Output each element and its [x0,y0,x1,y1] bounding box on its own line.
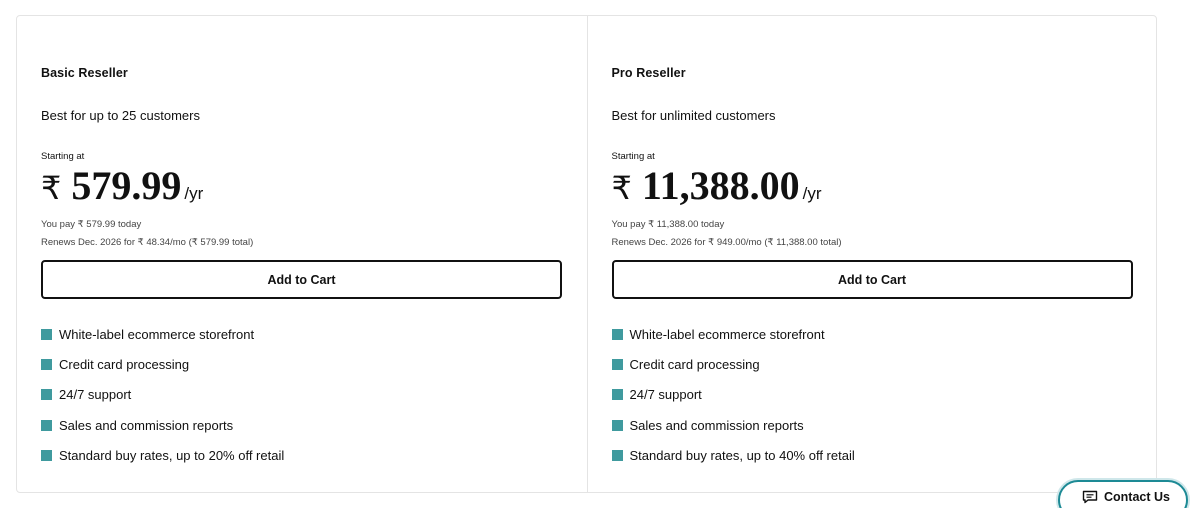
feature-list: White-label ecommerce storefront Credit … [611,319,855,471]
price: ₹ 11,388.00 /yr [612,162,822,210]
starting-at-label: Starting at [611,151,655,162]
feature-check-icon [611,389,623,401]
feature-item: Credit card processing [611,349,855,379]
feature-item: 24/7 support [611,380,855,410]
feature-label: Credit card processing [629,357,760,373]
plan-description: Best for up to 25 customers [41,108,200,123]
page: Basic Reseller Best for up to 25 custome… [0,0,1200,508]
feature-label: Standard buy rates, up to 20% off retail [59,448,285,464]
feature-list: White-label ecommerce storefront Credit … [41,319,284,471]
feature-label: White-label ecommerce storefront [59,326,255,342]
price-period: /yr [184,184,204,203]
renewal-text: Renews Dec. 2026 for ₹ 949.00/mo (₹ 11,3… [611,237,842,248]
feature-label: 24/7 support [59,387,132,403]
plan-comparison: Basic Reseller Best for up to 25 custome… [16,15,1157,493]
feature-item: White-label ecommerce storefront [41,319,284,349]
pay-today-text: You pay ₹ 579.99 today [41,219,142,230]
price-period: /yr [802,184,822,203]
currency-symbol: ₹ [611,169,632,207]
feature-check-icon [611,328,623,340]
feature-check-icon [41,450,52,462]
price-amount: 11,388.00 [641,163,800,208]
feature-item: Standard buy rates, up to 20% off retail [41,441,284,471]
contact-us-button[interactable]: Contact Us [1058,480,1188,508]
renewal-text: Renews Dec. 2026 for ₹ 48.34/mo (₹ 579.9… [41,237,254,248]
feature-label: Standard buy rates, up to 40% off retail [629,448,855,464]
feature-check-icon [41,359,52,371]
feature-check-icon [41,389,52,401]
feature-label: Sales and commission reports [59,417,234,433]
contact-us-label: Contact Us [1104,490,1170,504]
feature-label: Credit card processing [59,357,190,373]
plan-name: Basic Reseller [41,66,128,80]
starting-at-label: Starting at [41,151,85,162]
feature-label: 24/7 support [629,387,702,403]
currency-symbol: ₹ [41,169,62,207]
price-amount: 579.99 [71,163,182,208]
plan-name: Pro Reseller [611,66,686,80]
feature-item: Credit card processing [41,349,284,379]
feature-item: Sales and commission reports [611,410,855,440]
feature-item: 24/7 support [41,380,284,410]
feature-check-icon [41,328,52,340]
chat-icon [1082,490,1098,504]
feature-check-icon [611,450,623,462]
feature-item: White-label ecommerce storefront [611,319,855,349]
pay-today-text: You pay ₹ 11,388.00 today [611,219,725,230]
feature-item: Sales and commission reports [41,410,284,440]
plan-card-pro: Pro Reseller Best for unlimited customer… [586,16,1157,492]
feature-check-icon [611,359,623,371]
price: ₹ 579.99 /yr [41,162,203,210]
feature-label: Sales and commission reports [629,417,804,433]
add-to-cart-button[interactable]: Add to Cart [611,260,1133,299]
add-to-cart-button[interactable]: Add to Cart [41,260,562,299]
feature-check-icon [611,419,623,431]
feature-label: White-label ecommerce storefront [629,326,825,342]
feature-check-icon [41,419,52,431]
plan-description: Best for unlimited customers [611,108,776,123]
feature-item: Standard buy rates, up to 40% off retail [611,441,855,471]
plan-card-basic: Basic Reseller Best for up to 25 custome… [17,16,587,492]
